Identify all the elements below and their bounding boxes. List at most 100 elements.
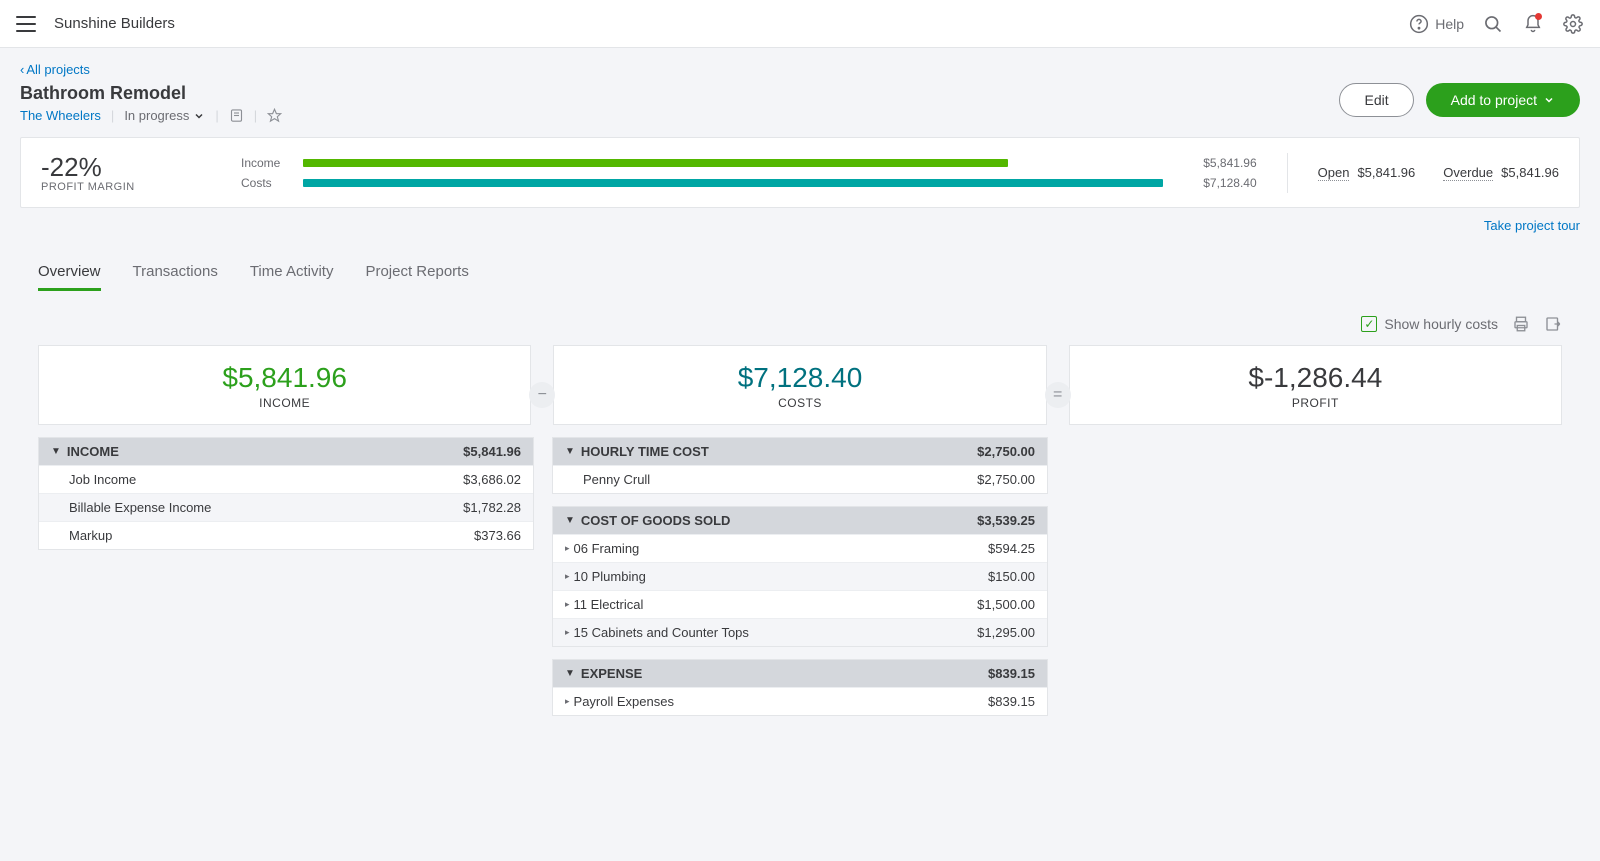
notifications-icon[interactable] — [1522, 13, 1544, 35]
table-row[interactable]: Penny Crull $2,750.00 — [553, 465, 1047, 493]
table-row[interactable]: ▸ 15 Cabinets and Counter Tops $1,295.00 — [553, 618, 1047, 646]
help-label: Help — [1435, 16, 1464, 32]
expense-header[interactable]: ▼ EXPENSE $839.15 — [553, 660, 1047, 687]
costs-bar — [303, 179, 1163, 187]
income-table: ▼ INCOME $5,841.96 Job Income $3,686.02 Bi… — [38, 437, 534, 550]
row-value: $2,750.00 — [977, 472, 1035, 487]
breadcrumb: ‹All projects — [20, 62, 1580, 77]
row-label: 10 Plumbing — [574, 569, 646, 584]
customer-link[interactable]: The Wheelers — [20, 108, 101, 123]
row-label: Job Income — [69, 472, 136, 487]
income-bar-value: $5,841.96 — [1177, 156, 1257, 170]
row-label: 15 Cabinets and Counter Tops — [574, 625, 749, 640]
equals-icon: = — [1045, 382, 1071, 408]
table-row[interactable]: ▸Payroll Expenses$839.15 — [553, 687, 1047, 715]
table-row[interactable]: ▸ 10 Plumbing $150.00 — [553, 562, 1047, 590]
project-title: Bathroom Remodel — [20, 83, 1339, 104]
add-to-project-label: Add to project — [1451, 92, 1537, 108]
profit-card: $-1,286.44 PROFIT — [1069, 345, 1562, 425]
tabs: Overview Transactions Time Activity Proj… — [20, 255, 1580, 291]
minus-icon: − — [529, 382, 555, 408]
costs-bar-value: $7,128.40 — [1177, 176, 1257, 190]
row-label: Penny Crull — [583, 472, 650, 487]
chevron-down-icon — [193, 110, 205, 122]
table-row[interactable]: Job Income $3,686.02 — [39, 465, 533, 493]
table-row[interactable]: ▸ 11 Electrical $1,500.00 — [553, 590, 1047, 618]
row-value: $594.25 — [988, 541, 1035, 556]
row-label: Markup — [69, 528, 112, 543]
profit-column — [1066, 437, 1562, 728]
show-hourly-checkbox[interactable]: ✓ Show hourly costs — [1361, 316, 1498, 332]
collapse-icon: ▼ — [565, 446, 575, 457]
tab-time-activity[interactable]: Time Activity — [250, 255, 334, 291]
help-button[interactable]: Help — [1409, 14, 1464, 34]
row-value: $373.66 — [474, 528, 521, 543]
row-value: $839.15 — [988, 694, 1035, 709]
collapse-icon: ▼ — [51, 446, 61, 457]
table-row[interactable]: ▸ 06 Framing $594.25 — [553, 534, 1047, 562]
search-icon[interactable] — [1482, 13, 1504, 35]
row-value: $3,686.02 — [463, 472, 521, 487]
chevron-down-icon — [1543, 94, 1555, 106]
expand-icon: ▸ — [565, 571, 570, 582]
back-link[interactable]: ‹All projects — [20, 62, 90, 77]
collapse-icon: ▼ — [565, 515, 575, 526]
company-name: Sunshine Builders — [54, 15, 175, 32]
status-dropdown[interactable]: In progress — [124, 108, 205, 123]
gear-icon[interactable] — [1562, 13, 1584, 35]
costs-card-value: $7,128.40 — [564, 362, 1035, 394]
row-value: $1,782.28 — [463, 500, 521, 515]
hourly-header[interactable]: ▼ HOURLY TIME COST $2,750.00 — [553, 438, 1047, 465]
tab-overview[interactable]: Overview — [38, 255, 101, 291]
income-bar — [303, 159, 1008, 167]
table-row[interactable]: Billable Expense Income $1,782.28 — [39, 493, 533, 521]
costs-bar-label: Costs — [241, 176, 289, 190]
export-icon[interactable] — [1544, 315, 1562, 333]
edit-button[interactable]: Edit — [1339, 83, 1413, 117]
row-label: Billable Expense Income — [69, 500, 211, 515]
collapse-icon: ▼ — [565, 668, 575, 679]
cogs-header[interactable]: ▼ COST OF GOODS SOLD $3,539.25 — [553, 507, 1047, 534]
row-value: $150.00 — [988, 569, 1035, 584]
print-icon[interactable] — [1512, 315, 1530, 333]
overdue-link[interactable]: Overdue — [1443, 165, 1493, 181]
row-value: $1,295.00 — [977, 625, 1035, 640]
income-bar-label: Income — [241, 156, 289, 170]
income-card: $5,841.96 INCOME — [38, 345, 531, 425]
profit-card-value: $-1,286.44 — [1080, 362, 1551, 394]
note-icon[interactable] — [229, 108, 244, 123]
tab-transactions[interactable]: Transactions — [133, 255, 218, 291]
star-icon[interactable] — [267, 108, 282, 123]
menu-icon[interactable] — [16, 16, 36, 32]
overdue-value: $5,841.96 — [1501, 165, 1559, 180]
open-link[interactable]: Open — [1318, 165, 1350, 181]
show-hourly-label: Show hourly costs — [1384, 316, 1498, 332]
row-value: $1,500.00 — [977, 597, 1035, 612]
expand-icon: ▸ — [565, 599, 570, 610]
profit-margin-label: PROFIT MARGIN — [41, 181, 241, 193]
top-bar: Sunshine Builders Help — [0, 0, 1600, 48]
income-header[interactable]: ▼ INCOME $5,841.96 — [39, 438, 533, 465]
help-icon — [1409, 14, 1429, 34]
status-label: In progress — [124, 108, 189, 123]
income-card-value: $5,841.96 — [49, 362, 520, 394]
expand-icon: ▸ — [565, 627, 570, 638]
profit-card-label: PROFIT — [1080, 396, 1551, 410]
notification-dot — [1535, 13, 1542, 20]
row-label: 11 Electrical — [574, 597, 644, 612]
hourly-table: ▼ HOURLY TIME COST $2,750.00 Penny Crull… — [552, 437, 1048, 494]
add-to-project-button[interactable]: Add to project — [1426, 83, 1580, 117]
table-row[interactable]: Markup $373.66 — [39, 521, 533, 549]
expand-icon: ▸ — [565, 696, 570, 707]
income-card-label: INCOME — [49, 396, 520, 410]
cogs-table: ▼ COST OF GOODS SOLD $3,539.25 ▸ 06 Frami… — [552, 506, 1048, 647]
checkbox-icon: ✓ — [1361, 316, 1377, 332]
row-label: 06 Framing — [574, 541, 640, 556]
expand-icon: ▸ — [565, 543, 570, 554]
income-column: ▼ INCOME $5,841.96 Job Income $3,686.02 Bi… — [38, 437, 534, 728]
open-value: $5,841.96 — [1357, 165, 1415, 180]
costs-card-label: COSTS — [564, 396, 1035, 410]
take-tour-link[interactable]: Take project tour — [1484, 218, 1580, 233]
tab-project-reports[interactable]: Project Reports — [365, 255, 468, 291]
expense-table: ▼ EXPENSE $839.15 ▸Payroll Expenses$839.… — [552, 659, 1048, 716]
